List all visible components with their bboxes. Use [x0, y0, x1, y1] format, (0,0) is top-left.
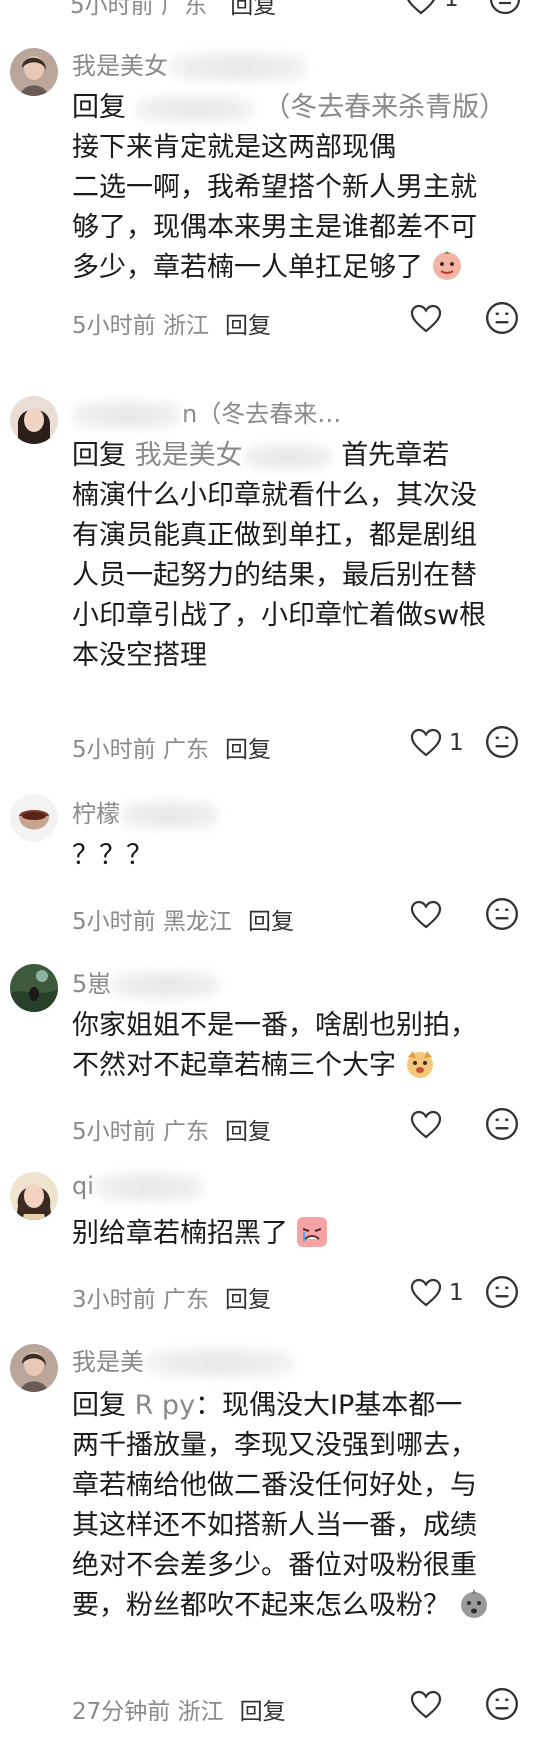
comment-item: 柠檬 ？？？ 5小时前 黑龙江 回复 — [0, 786, 540, 948]
reply-button[interactable]: 回复 — [225, 1119, 271, 1145]
text-line: 楠演什么小印章就看什么，其次没 — [72, 480, 477, 511]
comment-text: 回复 我是美女 首先章若 楠演什么小印章就看什么，其次没 有演员能真正做到单扛，… — [72, 440, 487, 671]
avatar[interactable] — [10, 48, 58, 96]
meh-face-icon[interactable] — [484, 724, 520, 760]
comment-time-location: 27分钟前 浙江 — [72, 1699, 224, 1725]
like-count: 1 — [444, 0, 459, 12]
comment-meta: 27分钟前 浙江 回复 — [72, 1686, 532, 1725]
text-line: 接下来肯定就是这两部现偶 — [72, 132, 396, 163]
comment-text: 你家姐姐不是一番，啥剧也别拍， 不然对不起章若楠三个大字 — [72, 1006, 522, 1086]
reply-button[interactable]: 回复 — [248, 909, 294, 935]
comment-meta: 3小时前 广东 回复 1 — [72, 1274, 532, 1313]
text-line: 人员一起努力的结果，最后别在替 — [72, 560, 477, 591]
comment-time-location: 5小时前 广东 — [72, 1119, 209, 1145]
sigh-emoji-icon — [460, 1589, 487, 1618]
blurred-name — [111, 970, 222, 1000]
avatar[interactable] — [10, 1344, 58, 1392]
avatar[interactable] — [10, 396, 58, 444]
text-line: 多少，章若楠一人单扛足够了 — [72, 252, 423, 283]
heart-icon[interactable] — [410, 1278, 442, 1308]
text-line: 要，粉丝都吹不起来怎么吸粉？ — [72, 1590, 450, 1621]
text-line: 绝对不会差多少。番位对吸粉很重 — [72, 1550, 477, 1581]
heart-icon[interactable] — [410, 900, 442, 930]
username[interactable]: qi — [72, 1172, 204, 1202]
username[interactable]: 我是美女 — [72, 46, 308, 82]
text-line: 不然对不起章若楠三个大字 — [72, 1050, 396, 1081]
comment-meta: 5小时前 广东 回复 1 — [72, 724, 532, 763]
meh-face-icon[interactable] — [484, 896, 520, 932]
crying-emoji-icon — [296, 1217, 327, 1247]
text-line: 首先章若 — [341, 440, 450, 471]
username[interactable]: 柠檬 — [72, 794, 220, 830]
comment-time-location: 3小时前 广东 — [72, 1287, 209, 1313]
blurred-name — [144, 1348, 294, 1378]
comment-meta: 5小时前 黑龙江 回复 — [72, 896, 532, 935]
blurred-name — [120, 800, 220, 830]
heart-icon[interactable] — [410, 728, 442, 758]
comment-item: 我是美 回复 R py：现偶没大IP基本都一 两千播放量，李现又没强到哪去， 章… — [0, 1336, 540, 1736]
text-line: 你家姐姐不是一番，啥剧也别拍， — [72, 1010, 477, 1041]
comment-meta: 5小时前 广东 回复 — [72, 1106, 532, 1145]
comment-time-location: 5小时前 广东 — [72, 737, 209, 763]
reply-target[interactable]: 我是美女 — [135, 440, 243, 471]
meh-face-icon[interactable] — [484, 1686, 520, 1722]
blurred-name — [93, 1172, 204, 1202]
comment-time-location: 5小时前 黑龙江 — [72, 909, 232, 935]
like-count: 1 — [449, 1280, 464, 1306]
reply-target[interactable]: （冬去春来杀青版） — [263, 92, 506, 123]
comment-meta: 5小时前 浙江 回复 — [72, 300, 532, 339]
blurred-name — [72, 400, 182, 430]
comment-item: 我是美女 回复 （冬去春来杀青版） 接下来肯定就是这两部现偶 二选一啊，我希望搭个… — [0, 40, 540, 380]
comment-item: qi 别给章若楠招黑了 3小时前 广东 回复 1 — [0, 1168, 540, 1328]
dog-emoji-icon — [406, 1051, 433, 1078]
previous-comment-meta: 5小时前 广东 回复 1 — [0, 0, 540, 22]
username[interactable]: n（冬去春来… — [72, 394, 341, 430]
meh-face-icon[interactable] — [488, 0, 522, 16]
blurred-name — [168, 52, 308, 82]
heart-icon[interactable] — [410, 1110, 442, 1140]
reply-button[interactable]: 回复 — [240, 1699, 286, 1725]
blush-emoji-icon — [432, 251, 461, 280]
comment-item: n（冬去春来… 回复 我是美女 首先章若 楠演什么小印章就看什么，其次没 有演员… — [0, 392, 540, 774]
reply-button[interactable]: 回复 — [225, 313, 271, 339]
text-line: 其这样还不如搭新人当一番，成绩 — [72, 1510, 477, 1541]
text-line: 二选一啊，我希望搭个新人男主就 — [72, 172, 477, 203]
username[interactable]: 我是美 — [72, 1342, 294, 1378]
text-line: 够了，现偶本来男主是谁都差不可 — [72, 212, 477, 243]
text-line: ？？？ — [72, 840, 153, 871]
blurred-target — [134, 94, 255, 123]
text-line: 别给章若楠招黑了 — [72, 1218, 288, 1249]
avatar[interactable] — [10, 794, 58, 842]
username[interactable]: 5崽 — [72, 964, 222, 1000]
avatar[interactable] — [10, 1172, 58, 1220]
heart-icon[interactable] — [410, 304, 442, 334]
avatar[interactable] — [10, 964, 58, 1012]
comment-item: 5崽 你家姐姐不是一番，啥剧也别拍， 不然对不起章若楠三个大字 5小时前 广东回… — [0, 956, 540, 1152]
heart-icon[interactable] — [405, 0, 437, 16]
heart-icon[interactable] — [410, 1690, 442, 1720]
reply-button[interactable]: 回复 — [230, 0, 276, 19]
comment-text: 回复 （冬去春来杀青版）接下来肯定就是这两部现偶 二选一啊，我希望搭个新人男主就… — [72, 92, 507, 283]
meh-face-icon[interactable] — [484, 1274, 520, 1310]
comment-time-location: 5小时前 广东 — [70, 0, 207, 19]
blurred-target — [242, 442, 333, 471]
reply-target[interactable]: R py — [135, 1390, 195, 1421]
comment-text: ？？？ — [72, 836, 522, 876]
meh-face-icon[interactable] — [484, 1106, 520, 1142]
comment-time-location: 5小时前 浙江 — [72, 313, 209, 339]
meh-face-icon[interactable] — [484, 300, 520, 336]
text-line: 章若楠给他做二番没任何好处，与 — [72, 1470, 477, 1501]
text-line: ：现偶没大IP基本都一 — [195, 1390, 463, 1421]
text-line: 小印章引战了，小印章忙着做sw根 — [72, 600, 487, 631]
text-line: 本没空搭理 — [72, 640, 207, 671]
text-line: 两千播放量，李现又没强到哪去， — [72, 1430, 477, 1461]
reply-button[interactable]: 回复 — [225, 737, 271, 763]
reply-button[interactable]: 回复 — [225, 1287, 271, 1313]
like-count: 1 — [449, 730, 464, 756]
text-line: 有演员能真正做到单扛，都是剧组 — [72, 520, 477, 551]
comment-text: 别给章若楠招黑了 — [72, 1214, 522, 1254]
comment-text: 回复 R py：现偶没大IP基本都一 两千播放量，李现又没强到哪去， 章若楠给他… — [72, 1386, 522, 1626]
